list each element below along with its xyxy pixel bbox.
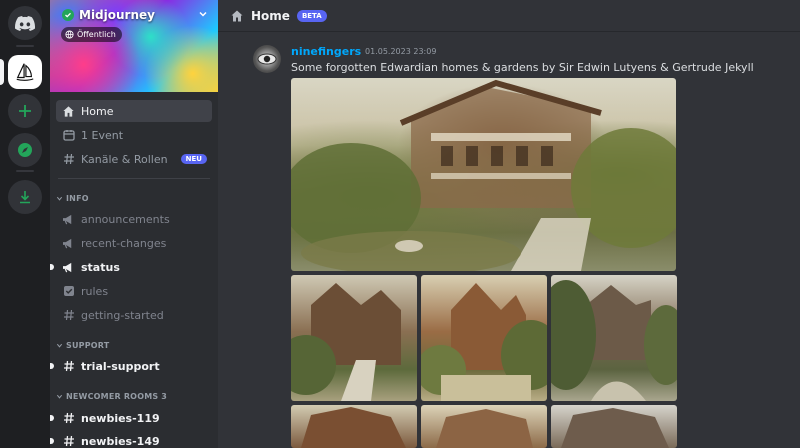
home-icon bbox=[62, 105, 75, 118]
beta-badge: BETA bbox=[296, 9, 327, 22]
unread-indicator bbox=[50, 438, 54, 444]
channel-label: recent-changes bbox=[81, 236, 167, 250]
sailboat-icon bbox=[16, 63, 34, 81]
server-banner[interactable]: Midjourney Öffentlich bbox=[50, 0, 218, 92]
explore-servers-button[interactable] bbox=[8, 133, 42, 167]
globe-icon bbox=[65, 30, 74, 39]
chevron-down-icon bbox=[56, 196, 63, 201]
channel-status[interactable]: status bbox=[50, 256, 212, 278]
nav-label: 1 Event bbox=[81, 128, 124, 142]
house-illustration bbox=[301, 407, 406, 448]
channel-header: Home BETA bbox=[218, 0, 800, 32]
add-server-button[interactable] bbox=[8, 94, 42, 128]
house-illustration bbox=[291, 283, 401, 401]
server-rail bbox=[0, 0, 50, 448]
sidebar-divider bbox=[58, 178, 210, 179]
category-label: INFO bbox=[66, 194, 89, 203]
category-info[interactable]: INFO bbox=[56, 194, 89, 203]
home-icon bbox=[231, 10, 243, 21]
rail-separator bbox=[16, 45, 34, 47]
verified-icon bbox=[62, 9, 74, 21]
new-badge: NEU bbox=[180, 154, 207, 164]
nav-label: Home bbox=[81, 104, 114, 118]
calendar-icon bbox=[62, 129, 75, 142]
image-attachment-main[interactable] bbox=[291, 78, 676, 271]
channel-sidebar: Midjourney Öffentlich Home 1 Event Kanäl… bbox=[50, 0, 218, 448]
visibility-label: Öffentlich bbox=[77, 30, 116, 39]
nav-label: Kanäle & Rollen bbox=[81, 152, 168, 166]
midjourney-server-button[interactable] bbox=[8, 55, 42, 89]
avatar[interactable] bbox=[253, 45, 281, 73]
category-support[interactable]: SUPPORT bbox=[56, 341, 109, 350]
channel-trial-support[interactable]: trial-support bbox=[50, 355, 212, 377]
nav-events[interactable]: 1 Event bbox=[56, 124, 212, 146]
plus-icon bbox=[19, 105, 31, 117]
megaphone-icon bbox=[62, 213, 75, 226]
rail-separator bbox=[16, 170, 34, 172]
house-illustration bbox=[551, 280, 677, 401]
channel-announcements[interactable]: announcements bbox=[56, 208, 212, 230]
nav-channels-roles[interactable]: Kanäle & Rollen NEU bbox=[56, 148, 212, 170]
eye-icon bbox=[257, 53, 277, 65]
chevron-down-icon bbox=[56, 343, 63, 348]
category-label: SUPPORT bbox=[66, 341, 110, 350]
unread-indicator bbox=[50, 264, 54, 270]
image-attachment-thumb-2[interactable] bbox=[421, 275, 547, 401]
image-attachment-thumb-1[interactable] bbox=[291, 275, 417, 401]
download-icon bbox=[20, 191, 30, 204]
download-apps-button[interactable] bbox=[8, 180, 42, 214]
image-attachment-thumb-6[interactable] bbox=[551, 405, 677, 448]
category-newcomer-rooms[interactable]: NEWCOMER ROOMS 3 bbox=[56, 392, 167, 401]
channel-label: status bbox=[81, 260, 120, 274]
message-text: Some forgotten Edwardian homes & gardens… bbox=[291, 61, 754, 74]
channel-label: getting-started bbox=[81, 308, 164, 322]
house-illustration bbox=[436, 409, 533, 448]
channel-getting-started[interactable]: getting-started bbox=[56, 304, 212, 326]
nav-home[interactable]: Home bbox=[56, 100, 212, 122]
channel-rules[interactable]: rules bbox=[56, 280, 212, 302]
hashtag-icon bbox=[62, 412, 75, 425]
channel-newbies-149[interactable]: newbies-149 bbox=[50, 430, 212, 448]
active-server-indicator bbox=[0, 59, 4, 85]
channel-newbies-119[interactable]: newbies-119 bbox=[50, 407, 212, 429]
header-title: Home bbox=[251, 8, 290, 23]
house-illustration bbox=[561, 408, 669, 448]
image-attachment-thumb-3[interactable] bbox=[551, 275, 677, 401]
message-author[interactable]: ninefingers bbox=[291, 45, 361, 58]
category-label: NEWCOMER ROOMS 3 bbox=[66, 392, 168, 401]
chevron-down-icon[interactable] bbox=[198, 9, 208, 19]
channel-label: newbies-119 bbox=[81, 411, 160, 425]
discord-logo-icon bbox=[15, 15, 35, 31]
hashtag-icon bbox=[62, 153, 75, 166]
unread-indicator bbox=[50, 415, 54, 421]
chevron-down-icon bbox=[56, 394, 63, 399]
megaphone-icon bbox=[62, 237, 75, 250]
channel-recent-changes[interactable]: recent-changes bbox=[56, 232, 212, 254]
house-illustration bbox=[291, 79, 676, 271]
image-attachment-thumb-4[interactable] bbox=[291, 405, 417, 448]
message-timestamp: 01.05.2023 23:09 bbox=[365, 47, 437, 56]
checkbox-icon bbox=[62, 285, 75, 298]
channel-label: announcements bbox=[81, 212, 170, 226]
channel-label: newbies-149 bbox=[81, 434, 160, 448]
server-name: Midjourney bbox=[79, 8, 155, 22]
server-header[interactable]: Midjourney bbox=[62, 8, 155, 22]
hashtag-icon bbox=[62, 435, 75, 448]
compass-icon bbox=[18, 143, 32, 157]
image-attachment-thumb-5[interactable] bbox=[421, 405, 547, 448]
channel-label: rules bbox=[81, 284, 109, 298]
unread-indicator bbox=[50, 363, 54, 369]
hashtag-icon bbox=[62, 360, 75, 373]
discord-home-button[interactable] bbox=[8, 6, 42, 40]
hashtag-icon bbox=[62, 309, 75, 322]
house-illustration bbox=[421, 283, 547, 401]
public-badge: Öffentlich bbox=[61, 27, 122, 42]
megaphone-icon bbox=[62, 261, 75, 274]
channel-label: trial-support bbox=[81, 359, 160, 373]
